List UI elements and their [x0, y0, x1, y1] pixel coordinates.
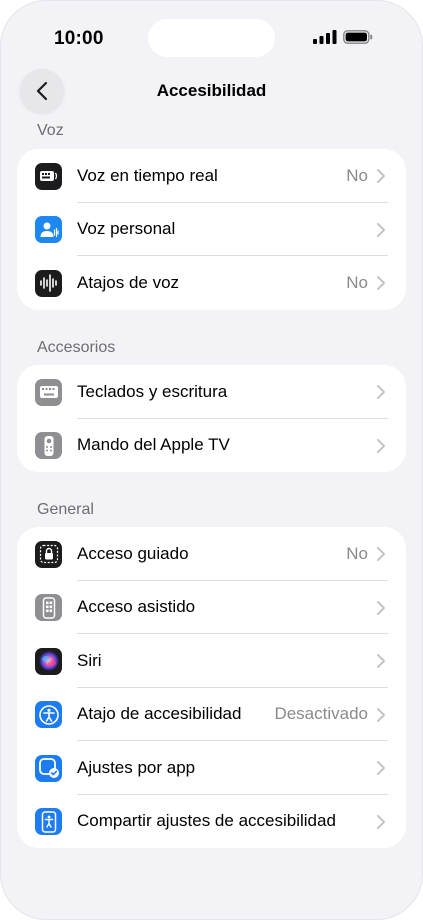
row-ajustes-por-app[interactable]: Ajustes por app [17, 741, 406, 795]
guided-access-lock-icon [35, 540, 62, 568]
status-time: 10:00 [54, 28, 104, 49]
chevron-right-icon [377, 222, 385, 237]
chevron-right-icon [377, 438, 385, 453]
row-label: Mando del Apple TV [77, 435, 230, 455]
assistive-access-icon [35, 594, 62, 621]
chevron-right-icon [377, 169, 385, 183]
per-app-settings-icon [35, 754, 62, 782]
row-label: Acceso guiado [77, 543, 189, 563]
row-voz-personal[interactable]: Voz personal [17, 203, 406, 256]
row-mando-del-apple-tv[interactable]: Mando del Apple TV [17, 419, 406, 473]
section-header-accesorios: Accesorios [37, 339, 116, 356]
personal-voice-icon [35, 216, 62, 243]
row-acceso-asistido[interactable]: Acceso asistido [17, 581, 406, 634]
chevron-right-icon [377, 654, 385, 668]
row-atajo-de-accesibilidad[interactable]: Atajo de accesibilidad Desactivado [17, 688, 406, 741]
row-label: Ajustes por app [77, 757, 196, 777]
navigation-bar: Accesibilidad [0, 66, 423, 116]
keyboard-speech-icon [35, 162, 62, 190]
remote-icon [35, 432, 62, 459]
accessibility-icon [35, 701, 62, 728]
chevron-right-icon [377, 761, 385, 775]
section-header-voz: Voz [37, 122, 64, 139]
row-label: Voz en tiempo real [77, 165, 218, 185]
row-label: Teclados y escritura [77, 381, 228, 401]
chevron-right-icon [377, 707, 385, 722]
row-teclados-y-escritura[interactable]: Teclados y escritura [17, 365, 406, 419]
row-value: No [346, 165, 368, 185]
share-accessibility-icon [35, 808, 62, 835]
row-compartir-ajustes-de-accesibilidad[interactable]: Compartir ajustes de accesibilidad [17, 795, 406, 849]
system-indicators [313, 30, 373, 44]
dynamic-island [148, 19, 275, 57]
row-atajos-de-voz[interactable]: Atajos de voz No [17, 256, 406, 310]
keyboard-icon [35, 378, 62, 406]
row-voz-en-tiempo-real[interactable]: Voz en tiempo real No [17, 149, 406, 203]
phone-screen: 10:00 Accesibilidad Voz Voz en tiempo re… [0, 0, 423, 920]
page-title: Accesibilidad [156, 81, 267, 100]
waveform-icon [35, 269, 62, 297]
row-acceso-guiado[interactable]: Acceso guiado No [17, 527, 406, 581]
row-value: No [346, 543, 368, 563]
chevron-right-icon [377, 547, 385, 561]
section-header-general: General [37, 501, 94, 518]
row-label: Voz personal [77, 219, 176, 239]
chevron-right-icon [377, 600, 385, 615]
row-label: Atajos de voz [77, 272, 180, 292]
row-value: Desactivado [274, 704, 368, 724]
row-value: No [346, 272, 368, 292]
row-label: Compartir ajustes de accesibilidad [77, 811, 336, 831]
chevron-right-icon [377, 385, 385, 399]
siri-icon [35, 647, 62, 675]
row-label: Siri [77, 650, 102, 670]
chevron-right-icon [377, 276, 385, 290]
row-siri[interactable]: Siri [17, 634, 406, 688]
group-general: Acceso guiado No Acceso asistido Siri At… [17, 527, 406, 848]
cellular-signal-icon [313, 30, 337, 44]
battery-icon [343, 30, 373, 44]
row-label: Atajo de accesibilidad [77, 704, 242, 724]
chevron-right-icon [377, 814, 385, 829]
row-label: Acceso asistido [77, 597, 196, 617]
group-accesorios: Teclados y escritura Mando del Apple TV [17, 365, 406, 472]
group-voz: Voz en tiempo real No Voz personal Atajo… [17, 149, 406, 310]
